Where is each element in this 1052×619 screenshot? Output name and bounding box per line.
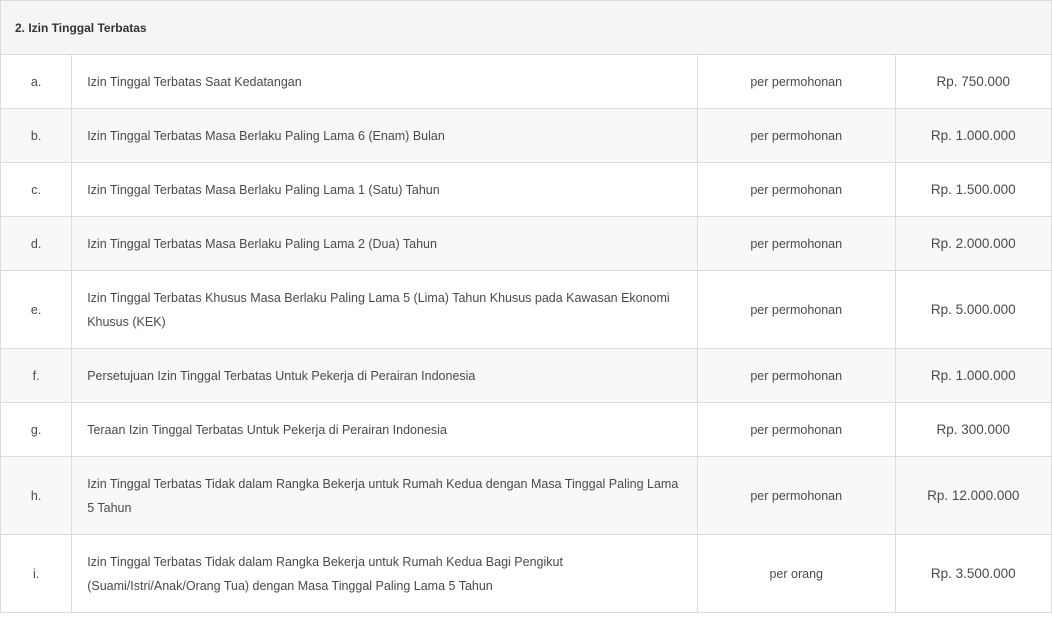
- section-title: 2. Izin Tinggal Terbatas: [0, 0, 1052, 55]
- row-unit: per permohonan: [696, 108, 896, 163]
- row-description: Izin Tinggal Terbatas Masa Berlaku Palin…: [71, 162, 698, 217]
- row-letter: b.: [0, 108, 73, 163]
- row-unit: per permohonan: [696, 162, 896, 217]
- row-description: Izin Tinggal Terbatas Tidak dalam Rangka…: [71, 534, 698, 613]
- row-letter: i.: [0, 534, 73, 613]
- table-row: a. Izin Tinggal Terbatas Saat Kedatangan…: [0, 54, 1052, 109]
- table-row: e. Izin Tinggal Terbatas Khusus Masa Ber…: [0, 270, 1052, 349]
- row-letter: f.: [0, 348, 73, 403]
- row-price: Rp. 1.000.000: [894, 348, 1052, 403]
- row-price: Rp. 1.500.000: [894, 162, 1052, 217]
- row-letter: c.: [0, 162, 73, 217]
- row-description: Izin Tinggal Terbatas Masa Berlaku Palin…: [71, 108, 698, 163]
- row-price: Rp. 1.000.000: [894, 108, 1052, 163]
- row-unit: per permohonan: [696, 402, 896, 457]
- row-unit: per permohonan: [696, 216, 896, 271]
- table-row: d. Izin Tinggal Terbatas Masa Berlaku Pa…: [0, 216, 1052, 271]
- table-row: h. Izin Tinggal Terbatas Tidak dalam Ran…: [0, 456, 1052, 535]
- row-letter: e.: [0, 270, 73, 349]
- row-price: Rp. 5.000.000: [894, 270, 1052, 349]
- row-description: Izin Tinggal Terbatas Tidak dalam Rangka…: [71, 456, 698, 535]
- row-description: Persetujuan Izin Tinggal Terbatas Untuk …: [71, 348, 698, 403]
- table-row: f. Persetujuan Izin Tinggal Terbatas Unt…: [0, 348, 1052, 403]
- table-row: b. Izin Tinggal Terbatas Masa Berlaku Pa…: [0, 108, 1052, 163]
- row-price: Rp. 300.000: [894, 402, 1052, 457]
- row-price: Rp. 750.000: [894, 54, 1052, 109]
- table-row: c. Izin Tinggal Terbatas Masa Berlaku Pa…: [0, 162, 1052, 217]
- row-letter: d.: [0, 216, 73, 271]
- row-description: Teraan Izin Tinggal Terbatas Untuk Peker…: [71, 402, 698, 457]
- table-row: g. Teraan Izin Tinggal Terbatas Untuk Pe…: [0, 402, 1052, 457]
- row-unit: per permohonan: [696, 54, 896, 109]
- row-description: Izin Tinggal Terbatas Masa Berlaku Palin…: [71, 216, 698, 271]
- section-header-row: 2. Izin Tinggal Terbatas: [0, 0, 1052, 55]
- row-description: Izin Tinggal Terbatas Saat Kedatangan: [71, 54, 698, 109]
- row-unit: per orang: [696, 534, 896, 613]
- row-unit: per permohonan: [696, 456, 896, 535]
- fee-table: 2. Izin Tinggal Terbatas a. Izin Tinggal…: [0, 0, 1052, 613]
- row-price: Rp. 3.500.000: [894, 534, 1052, 613]
- row-letter: h.: [0, 456, 73, 535]
- row-price: Rp. 12.000.000: [894, 456, 1052, 535]
- table-row: i. Izin Tinggal Terbatas Tidak dalam Ran…: [0, 534, 1052, 613]
- row-description: Izin Tinggal Terbatas Khusus Masa Berlak…: [71, 270, 698, 349]
- row-price: Rp. 2.000.000: [894, 216, 1052, 271]
- row-unit: per permohonan: [696, 348, 896, 403]
- row-letter: g.: [0, 402, 73, 457]
- row-unit: per permohonan: [696, 270, 896, 349]
- row-letter: a.: [0, 54, 73, 109]
